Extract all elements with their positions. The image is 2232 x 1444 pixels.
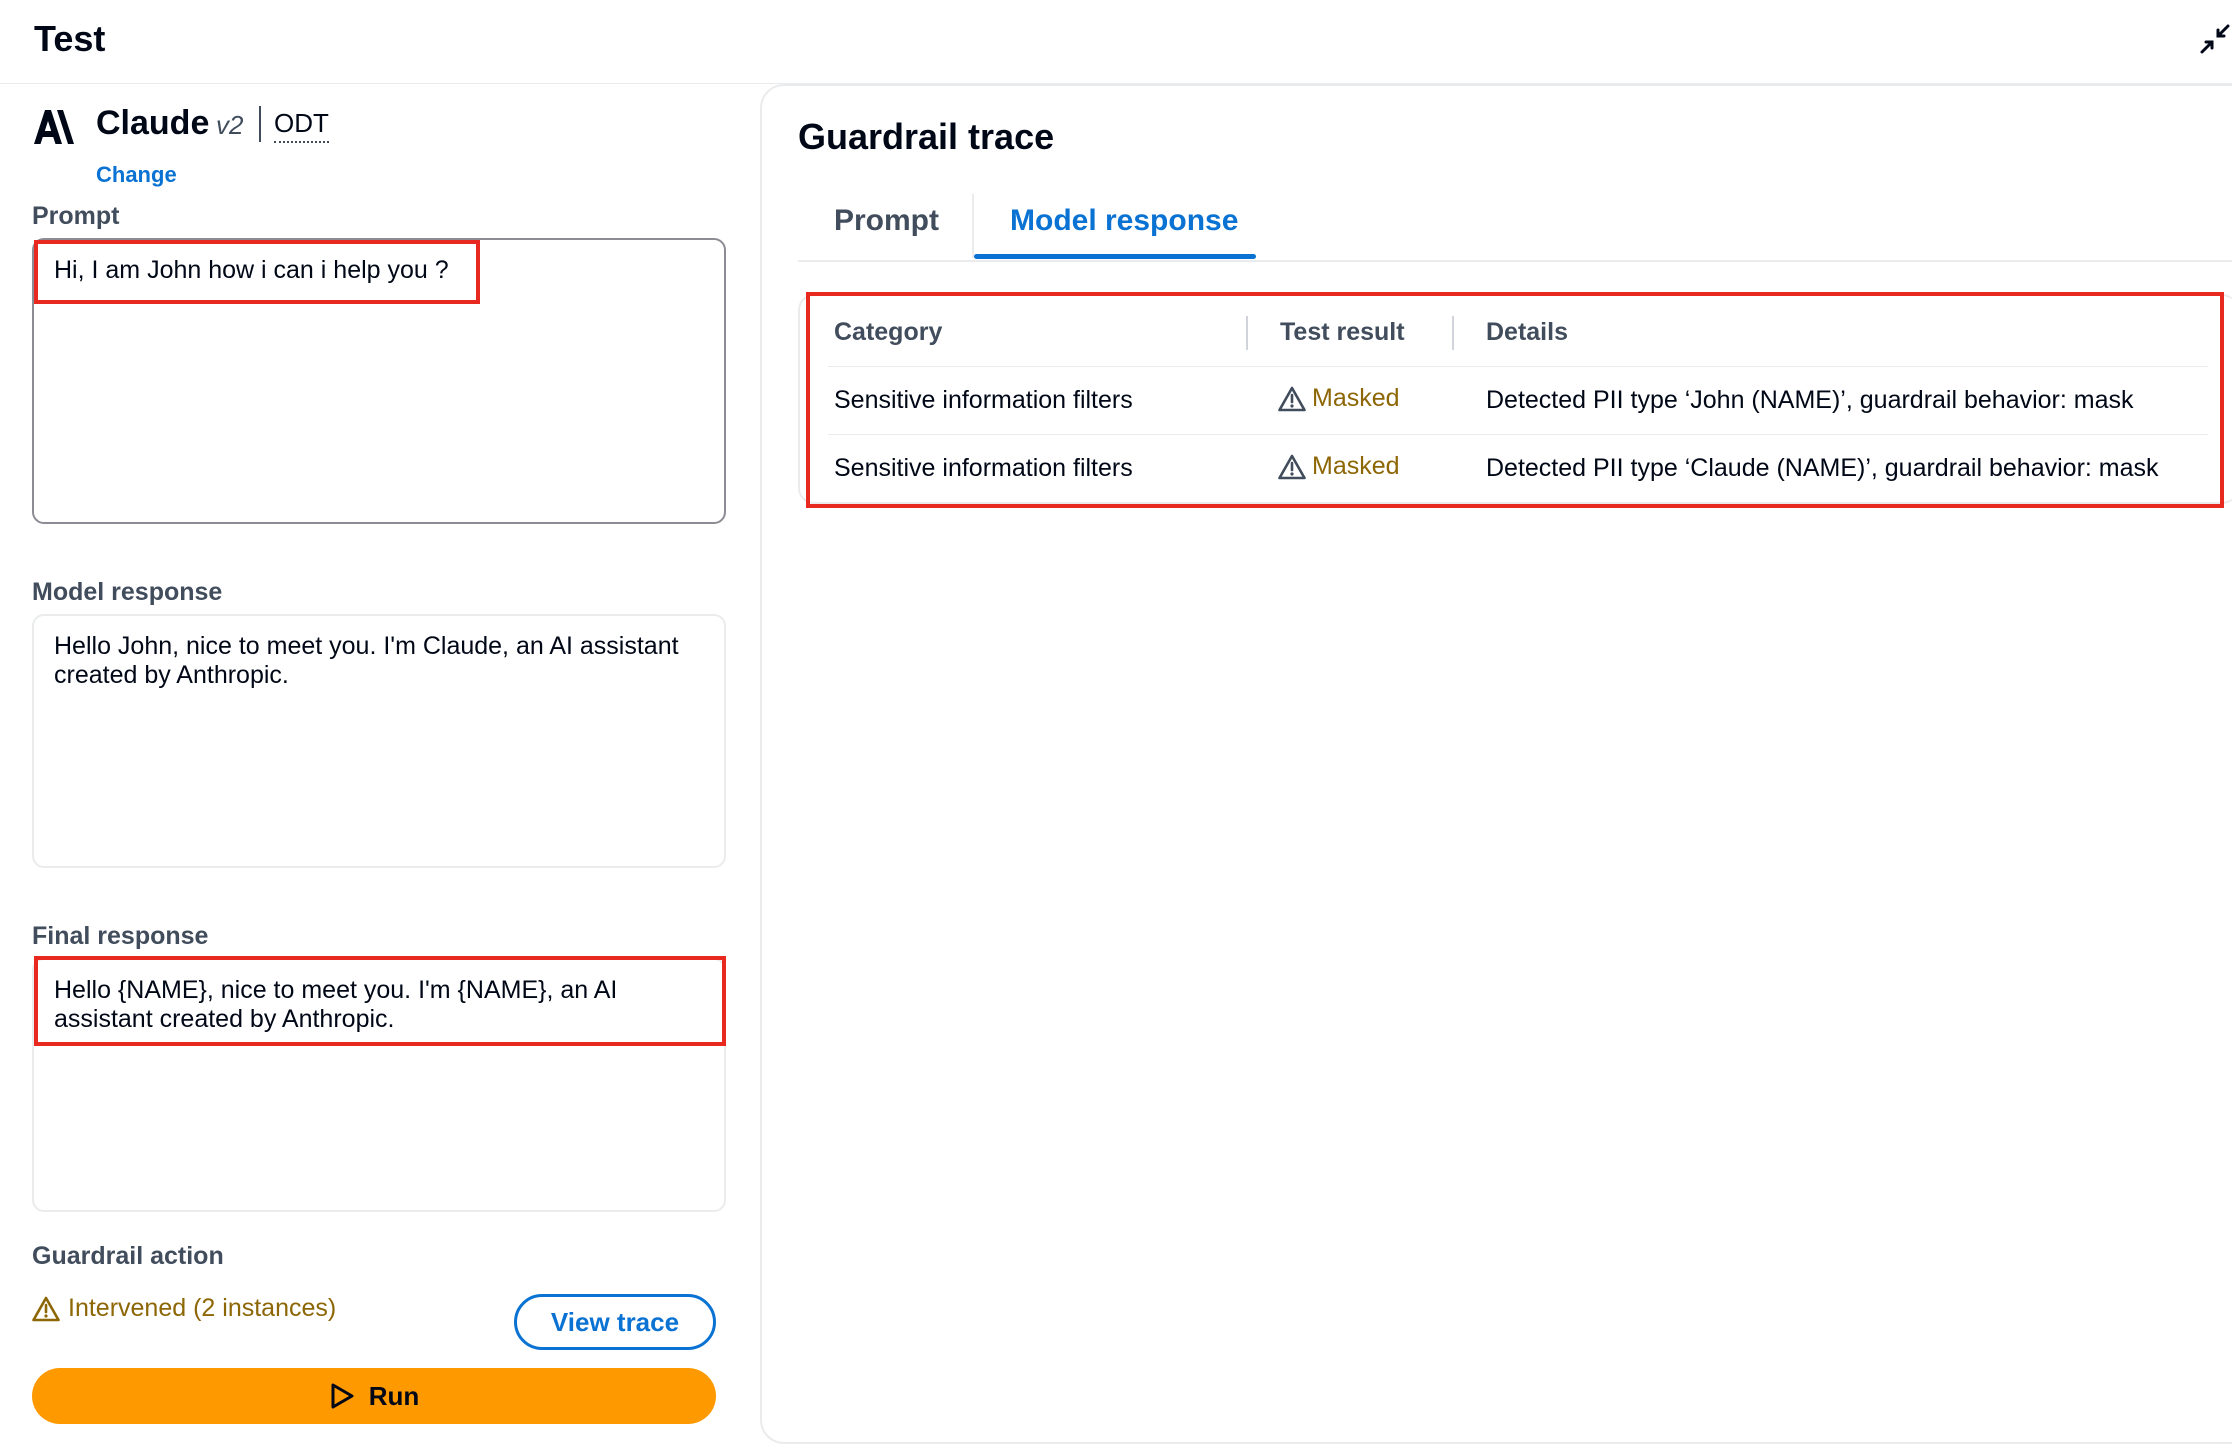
view-trace-button[interactable]: View trace	[514, 1294, 716, 1350]
anthropic-logo	[34, 110, 74, 144]
column-header-category: Category	[834, 318, 943, 346]
row-1-result: Masked	[1278, 384, 1400, 413]
column-resizer[interactable]	[1452, 316, 1454, 350]
column-header-details: Details	[1486, 318, 1568, 346]
final-response-output: Hello {NAME}, nice to meet you. I'm {NAM…	[32, 958, 726, 1212]
tab-model-response[interactable]: Model response	[1010, 204, 1238, 238]
run-button[interactable]: Run	[32, 1368, 716, 1424]
active-tab-indicator	[974, 254, 1256, 259]
column-header-test-result: Test result	[1280, 318, 1405, 346]
warning-icon	[32, 1296, 60, 1321]
model-name: Claude	[96, 104, 210, 142]
row-2-result: Masked	[1278, 452, 1400, 481]
column-resizer[interactable]	[1246, 316, 1248, 350]
prompt-label: Prompt	[32, 202, 120, 230]
final-response-text: Hello {NAME}, nice to meet you. I'm {NAM…	[54, 976, 618, 1033]
play-icon	[331, 1383, 354, 1409]
prompt-text: Hi, I am John how i can i help you ?	[54, 256, 449, 284]
change-model-link[interactable]: Change	[96, 162, 177, 188]
row-2-details: Detected PII type ‘Claude (NAME)’, guard…	[1486, 454, 2159, 482]
final-response-label: Final response	[32, 922, 209, 950]
tab-prompt[interactable]: Prompt	[834, 204, 939, 238]
row-divider	[828, 434, 2208, 435]
row-1-result-text: Masked	[1312, 384, 1400, 412]
trace-title: Guardrail trace	[798, 116, 1055, 157]
trace-table: Category Test result Details Sensitive i…	[798, 294, 2232, 504]
guardrail-action-label: Guardrail action	[32, 1242, 224, 1270]
page-title: Test	[34, 18, 106, 59]
model-response-text: Hello John, nice to meet you. I'm Claude…	[54, 632, 679, 689]
run-button-label: Run	[368, 1380, 420, 1411]
row-2-result-text: Masked	[1312, 452, 1400, 480]
tabs-underline	[798, 260, 2232, 262]
row-divider	[828, 366, 2208, 367]
model-tag[interactable]: ODT	[274, 108, 329, 143]
warning-icon	[1278, 386, 1306, 411]
row-1-category: Sensitive information filters	[834, 386, 1133, 414]
page-header: Test	[0, 0, 2232, 84]
row-1-details: Detected PII type ‘John (NAME)’, guardra…	[1486, 386, 2134, 414]
warning-icon	[1278, 454, 1306, 479]
guardrail-status: Intervened (2 instances)	[32, 1294, 336, 1323]
prompt-input[interactable]: Hi, I am John how i can i help you ?	[32, 238, 726, 524]
tab-divider	[972, 194, 974, 258]
row-2-category: Sensitive information filters	[834, 454, 1133, 482]
guardrail-status-text: Intervened (2 instances)	[68, 1294, 337, 1322]
test-panel: Claude v2 ODT Change Prompt Hi, I am Joh…	[0, 84, 760, 1438]
collapse-icon[interactable]	[2198, 22, 2232, 56]
model-selector: Claude v2 ODT Change	[32, 102, 732, 192]
model-version: v2	[216, 110, 244, 140]
model-response-output: Hello John, nice to meet you. I'm Claude…	[32, 614, 726, 868]
guardrail-trace-panel: Guardrail trace Prompt Model response Ca…	[760, 84, 2232, 1444]
model-response-label: Model response	[32, 578, 223, 606]
divider	[259, 106, 261, 142]
